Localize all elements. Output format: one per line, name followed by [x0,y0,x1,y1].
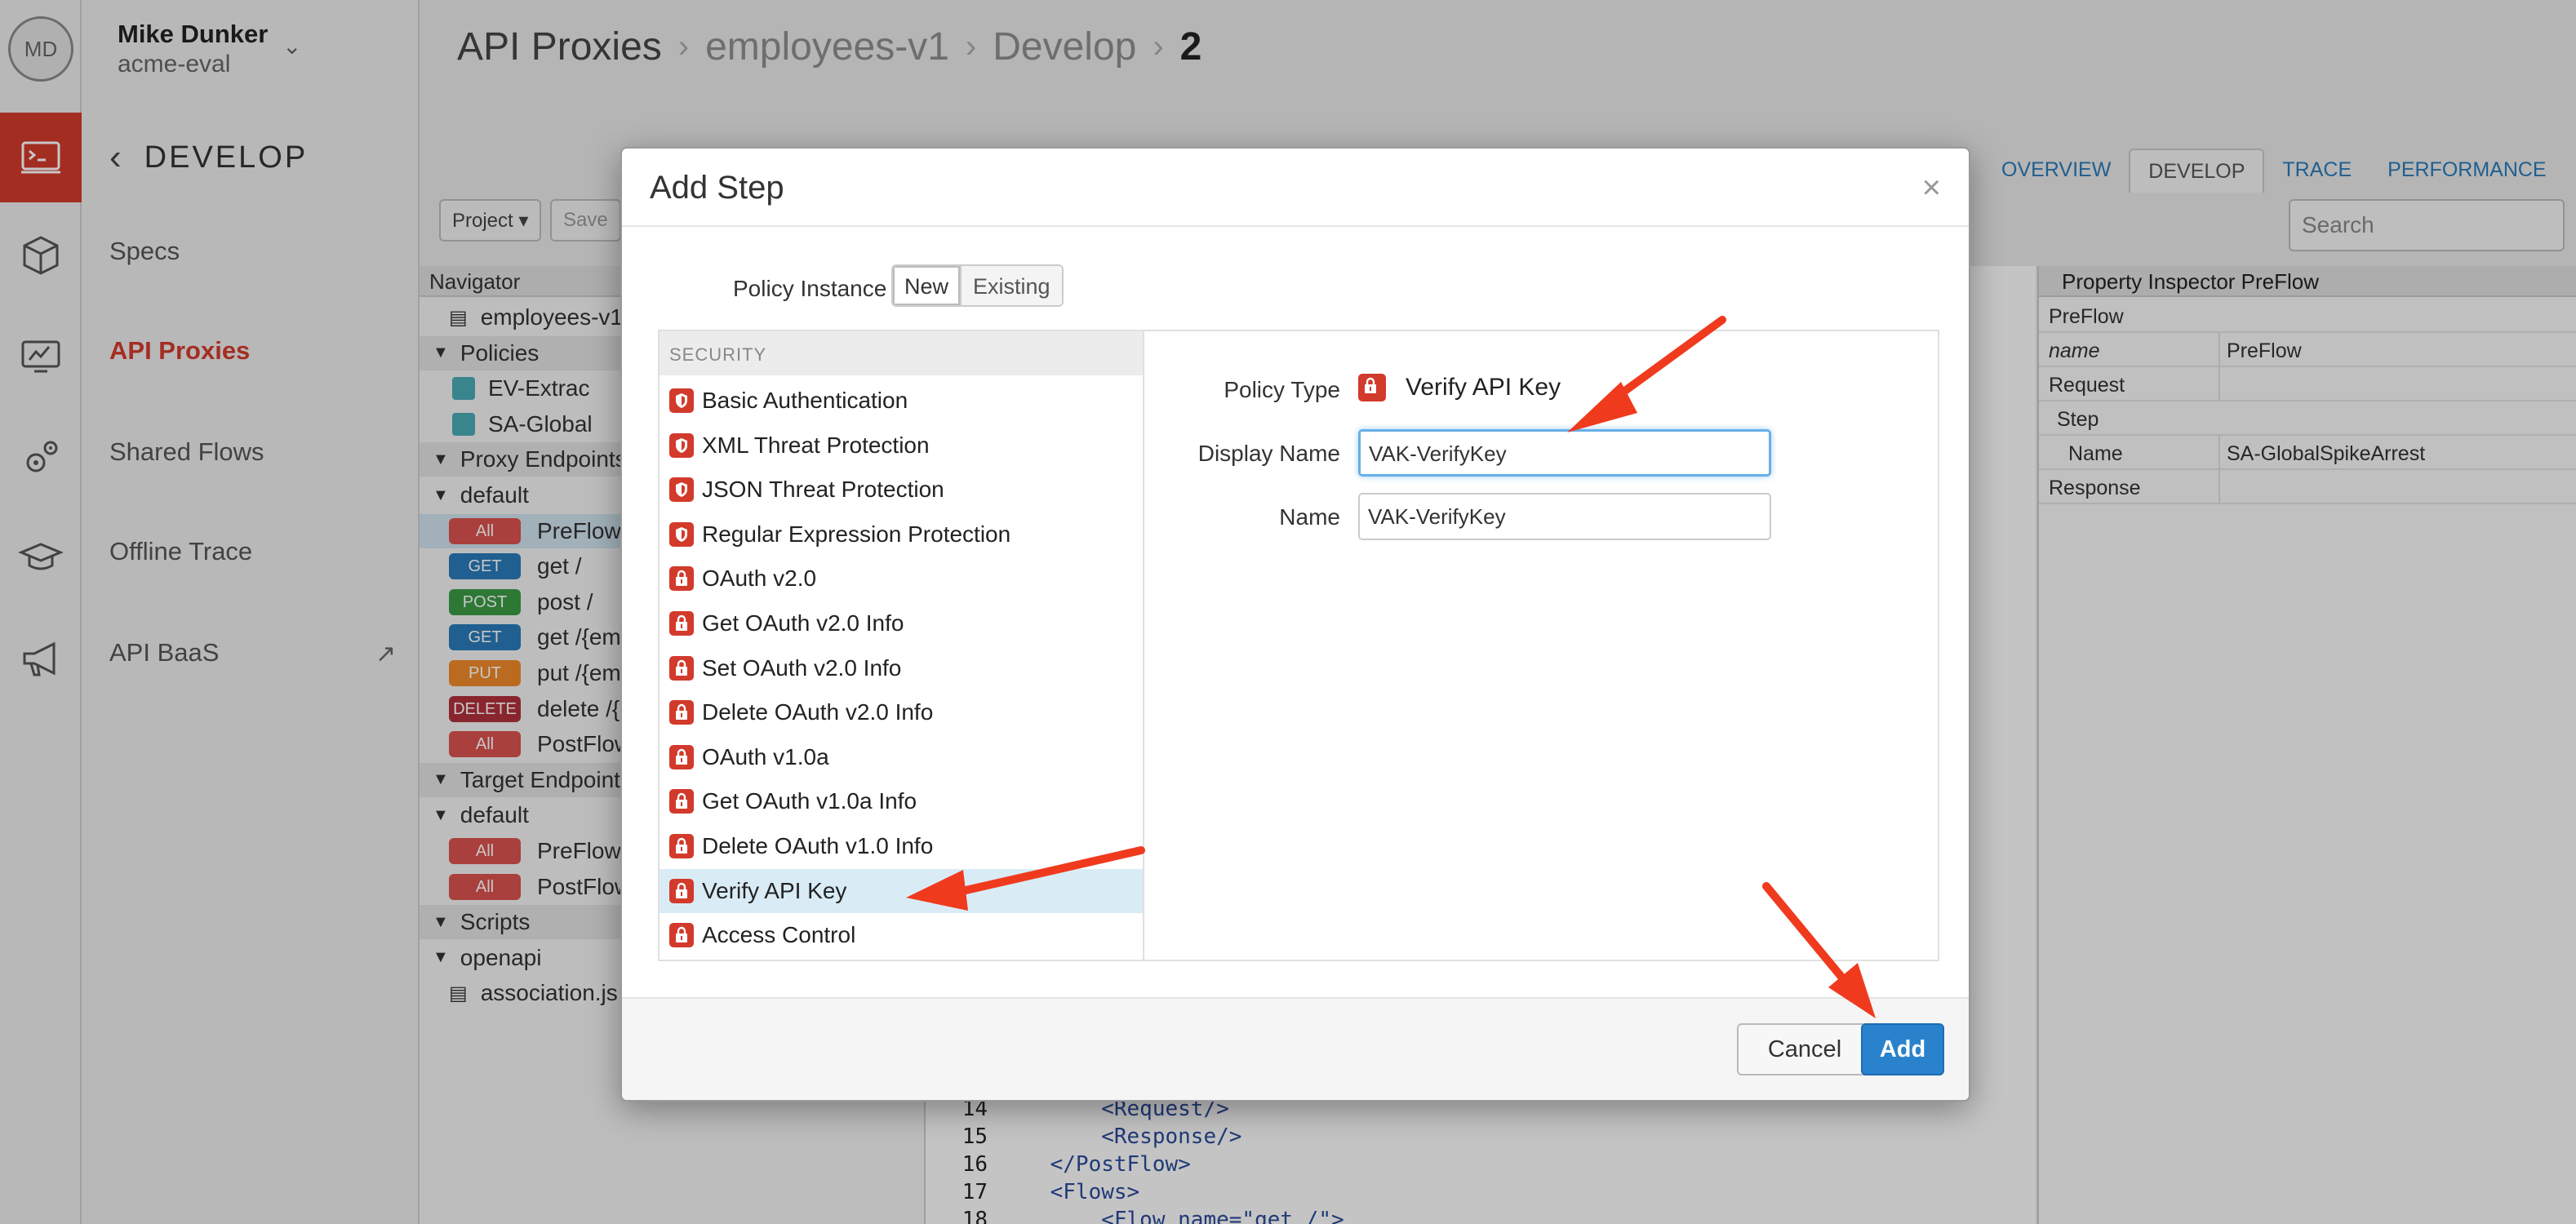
policy-option-label: Delete OAuth v1.0 Info [702,833,934,858]
policy-option-label: Delete OAuth v2.0 Info [702,699,934,725]
step-panel: SECURITY Basic Authentication XML Threat … [658,330,1939,961]
add-step-dialog: Add Step × Policy Instance New Existing … [620,147,1970,1102]
lock-icon [669,611,694,636]
policy-form: Policy Type Verify API Key Display Name … [1144,331,1938,960]
policy-type-label: Policy Type [1224,377,1340,402]
lock-icon [669,655,694,681]
policy-option-label: Regular Expression Protection [702,521,1011,547]
lock-icon [669,566,694,592]
name-label: Name [1279,504,1340,530]
lock-icon [669,744,694,769]
shield-icon [669,477,694,503]
lock-icon [1358,374,1386,401]
policy-list[interactable]: SECURITY Basic Authentication XML Threat … [660,331,1144,960]
shield-icon [669,521,694,547]
policy-option-label: XML Threat Protection [702,432,930,458]
policy-type-value: Verify API Key [1358,374,1561,401]
category-header: SECURITY [660,331,1143,375]
policy-option[interactable]: OAuth v1.0a [660,735,1143,779]
display-name-label: Display Name [1197,441,1340,466]
shield-icon [669,388,694,413]
policy-option[interactable]: JSON Threat Protection [660,468,1143,512]
close-icon[interactable]: × [1922,170,1941,206]
policy-option-label: Set OAuth v2.0 Info [702,654,902,681]
display-name-field[interactable]: VAK-VerifyKey [1358,429,1771,477]
policy-option[interactable]: Access Control [660,913,1143,957]
lock-icon [669,923,694,948]
add-button[interactable]: Add [1861,1023,1944,1075]
policy-option[interactable]: Regular Expression Protection [660,512,1143,557]
lock-icon [669,700,694,725]
policy-option[interactable]: OAuth v2.0 [660,557,1143,601]
name-field[interactable]: VAK-VerifyKey [1358,493,1771,540]
policy-option-label: OAuth v2.0 [702,565,817,592]
divider [622,225,1969,227]
instance-new-button[interactable]: New [893,266,962,305]
policy-option[interactable]: Set OAuth v2.0 Info [660,646,1143,690]
policy-option-label: Get OAuth v2.0 Info [702,610,904,636]
policy-option-label: JSON Threat Protection [702,477,944,503]
lock-icon [669,789,694,814]
lock-icon [669,834,694,858]
policy-option[interactable]: XML Threat Protection [660,424,1143,468]
policy-type-text: Verify API Key [1406,374,1561,401]
policy-option[interactable]: Delete OAuth v1.0 Info [660,824,1143,868]
policy-option-label: OAuth v1.0a [702,743,829,769]
policy-option[interactable]: Verify API Key [660,868,1143,913]
policy-option-label: Access Control [702,922,856,948]
cancel-button[interactable]: Cancel [1737,1023,1872,1075]
policy-option-label: Verify API Key [702,877,847,903]
lock-icon [669,878,694,903]
instance-existing-button[interactable]: Existing [962,266,1062,305]
policy-option[interactable]: Get OAuth v2.0 Info [660,601,1143,645]
dialog-title: Add Step [650,170,784,206]
policy-option[interactable]: Basic Authentication [660,379,1143,423]
policy-instance-toggle: New Existing [891,264,1064,307]
policy-option-label: Basic Authentication [702,388,908,413]
policy-option-label: Get OAuth v1.0a Info [702,788,917,814]
shield-icon [669,432,694,458]
policy-instance-label: Policy Instance [733,276,887,301]
policy-option[interactable]: Delete OAuth v2.0 Info [660,690,1143,734]
policy-option[interactable]: Get OAuth v1.0a Info [660,779,1143,823]
